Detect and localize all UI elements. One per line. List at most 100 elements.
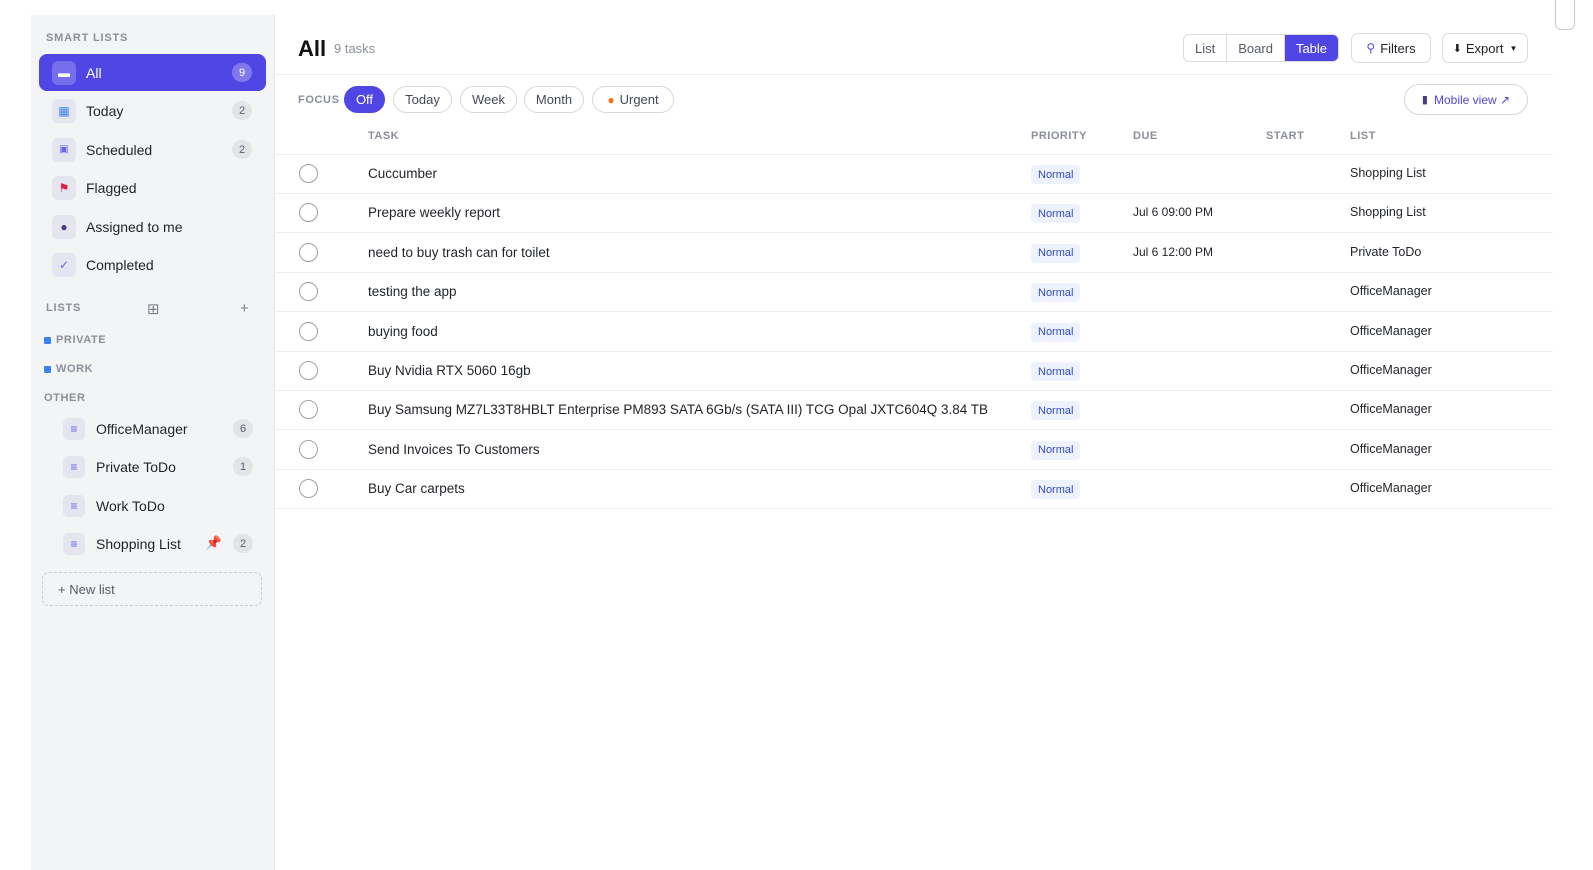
task-title[interactable]: Cuccumber — [368, 166, 437, 181]
list-item-officemanager[interactable]: ≡ OfficeManager 6 — [63, 413, 255, 445]
export-button[interactable]: ⬇ Export ▼ — [1442, 33, 1528, 63]
group-work[interactable]: WORK — [44, 363, 93, 375]
count-badge: 1 — [233, 457, 253, 476]
group-color-dot — [44, 336, 51, 344]
table-row[interactable]: Cuccumber Normal Shopping List — [275, 155, 1553, 194]
priority-badge: Normal — [1031, 401, 1081, 421]
task-title[interactable]: testing the app — [368, 284, 457, 299]
task-title[interactable]: Prepare weekly report — [368, 205, 500, 220]
priority-badge: Normal — [1031, 322, 1081, 342]
table-row[interactable]: Buy Car carpets Normal OfficeManager — [275, 470, 1553, 510]
sidebar-item-completed[interactable]: ✓ Completed — [39, 246, 266, 283]
task-title[interactable]: Buy Nvidia RTX 5060 16gb — [368, 363, 531, 378]
window-edge-tab[interactable] — [1555, 0, 1575, 30]
sidebar-item-label: Today — [86, 102, 124, 119]
complete-checkbox[interactable] — [299, 439, 318, 459]
focus-chip-today[interactable]: Today — [393, 86, 452, 113]
table-row[interactable]: buying food Normal OfficeManager — [275, 313, 1553, 352]
table-header: TASK PRIORITY DUE START LIST — [275, 130, 1553, 154]
app-frame: SMART LISTS ▬ All 9 ▦ Today 2 ▣ Schedule… — [31, 15, 1553, 870]
sidebar-item-label: Assigned to me — [86, 218, 183, 235]
column-header-start[interactable]: START — [1266, 130, 1304, 142]
sidebar-item-assigned[interactable]: ● Assigned to me — [39, 208, 266, 245]
focus-chip-month[interactable]: Month — [524, 86, 584, 113]
complete-checkbox[interactable] — [299, 400, 318, 420]
complete-checkbox[interactable] — [299, 203, 318, 223]
task-count: 9 tasks — [334, 41, 376, 56]
group-private[interactable]: PRIVATE — [44, 334, 106, 346]
task-title[interactable]: Buy Car carpets — [368, 481, 465, 496]
sidebar-item-all[interactable]: ▬ All 9 — [39, 54, 266, 91]
list-item-label: Private ToDo — [96, 459, 176, 475]
priority-badge: Normal — [1031, 165, 1081, 184]
complete-checkbox[interactable] — [299, 282, 318, 302]
list-item-shopping-list[interactable]: ≡ Shopping List 📌 2 — [63, 528, 255, 560]
column-header-task[interactable]: TASK — [368, 130, 399, 142]
lists-title: LISTS — [46, 302, 82, 314]
column-header-due[interactable]: DUE — [1133, 130, 1158, 142]
new-list-button[interactable]: + New list — [42, 572, 262, 606]
table-row[interactable]: Send Invoices To Customers Normal OfficeMa… — [275, 431, 1553, 470]
focus-chip-off[interactable]: Off — [344, 86, 385, 113]
filters-button[interactable]: ⚲ Filters — [1351, 33, 1431, 63]
fire-icon: ● — [607, 92, 615, 107]
add-list-icon[interactable]: + — [240, 300, 249, 317]
sidebar-item-flagged[interactable]: ⚑ Flagged — [39, 169, 266, 206]
focus-chip-week[interactable]: Week — [460, 86, 517, 113]
complete-checkbox[interactable] — [299, 321, 318, 341]
task-title[interactable]: buying food — [368, 324, 438, 339]
list-name: OfficeManager — [1350, 402, 1432, 417]
task-title[interactable]: Buy Samsung MZ7L33T8HBLT Enterprise PM89… — [368, 402, 988, 417]
sidebar-item-today[interactable]: ▦ Today 2 — [39, 92, 266, 129]
filters-label: Filters — [1380, 40, 1416, 56]
priority-badge: Normal — [1031, 283, 1081, 303]
count-badge: 2 — [232, 140, 252, 159]
complete-checkbox[interactable] — [299, 361, 318, 380]
list-item-label: OfficeManager — [96, 421, 188, 437]
table-row[interactable]: Buy Samsung MZ7L33T8HBLT Enterprise PM89… — [275, 391, 1553, 431]
complete-checkbox[interactable] — [299, 479, 318, 499]
table-row[interactable]: need to buy trash can for toilet Normal Ju… — [275, 234, 1553, 273]
table-row[interactable]: Prepare weekly report Normal Jul 6 09:00 P… — [275, 194, 1553, 234]
count-badge: 6 — [233, 419, 253, 438]
group-other[interactable]: OTHER — [44, 392, 86, 404]
priority-badge: Normal — [1031, 440, 1081, 460]
focus-chip-urgent[interactable]: ● Urgent — [592, 86, 674, 113]
mobile-view-button[interactable]: ▮ Mobile view ↗ — [1404, 84, 1528, 115]
due-date: Jul 6 09:00 PM — [1133, 205, 1214, 220]
phone-icon: ▮ — [1421, 94, 1428, 106]
header-divider — [275, 74, 1553, 75]
table-row[interactable]: testing the app Normal OfficeManager — [275, 273, 1553, 313]
due-date: Jul 6 12:00 PM — [1133, 244, 1214, 259]
priority-badge: Normal — [1031, 480, 1081, 500]
sidebar-item-scheduled[interactable]: ▣ Scheduled 2 — [39, 131, 266, 168]
table-row[interactable]: Buy Nvidia RTX 5060 16gb Normal OfficeMana… — [275, 352, 1553, 391]
tab-list[interactable]: List — [1184, 35, 1228, 61]
tab-board[interactable]: Board — [1227, 35, 1285, 61]
sidebar: SMART LISTS ▬ All 9 ▦ Today 2 ▣ Schedule… — [31, 15, 275, 870]
view-switcher: List Board Table — [1183, 34, 1340, 62]
list-icon: ≡ — [63, 533, 85, 555]
list-name: Private ToDo — [1350, 244, 1422, 259]
column-header-priority[interactable]: PRIORITY — [1031, 130, 1087, 142]
complete-checkbox[interactable] — [299, 164, 318, 183]
count-badge: 2 — [233, 534, 253, 553]
focus-label: FOCUS — [298, 94, 340, 106]
check-icon: ✓ — [52, 252, 76, 277]
list-item-work-todo[interactable]: ≡ Work ToDo — [63, 490, 255, 522]
list-icon: ≡ — [63, 418, 85, 440]
sidebar-item-label: Completed — [86, 256, 154, 273]
tab-table[interactable]: Table — [1284, 35, 1339, 61]
column-header-list[interactable]: LIST — [1350, 130, 1376, 142]
list-name: OfficeManager — [1350, 363, 1432, 377]
list-item-label: Shopping List — [96, 536, 181, 552]
grid-view-icon[interactable]: ⊞ — [147, 300, 160, 318]
task-title[interactable]: Send Invoices To Customers — [368, 442, 540, 457]
list-item-private-todo[interactable]: ≡ Private ToDo 1 — [63, 451, 255, 483]
priority-badge: Normal — [1031, 204, 1081, 224]
search-icon: ⚲ — [1366, 41, 1376, 55]
task-title[interactable]: need to buy trash can for toilet — [368, 245, 550, 260]
group-color-dot — [44, 365, 51, 373]
list-name: OfficeManager — [1350, 323, 1432, 338]
complete-checkbox[interactable] — [299, 242, 318, 262]
